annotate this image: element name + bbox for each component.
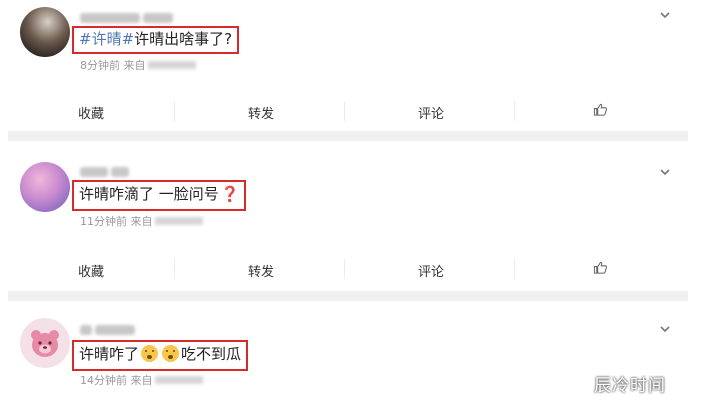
action-bar: 收藏 转发 评论 xyxy=(0,254,701,284)
repost-button[interactable]: 转发 xyxy=(248,261,274,280)
comment-button[interactable]: 评论 xyxy=(418,261,444,280)
action-bar: 收藏 转发 评论 xyxy=(0,96,701,126)
collect-button[interactable]: 收藏 xyxy=(78,103,104,122)
comment-text: 许晴咋滴了 一脸问号 xyxy=(79,185,219,203)
bear-avatar-icon xyxy=(31,330,59,357)
divider xyxy=(514,101,515,121)
timestamp: 11分钟前 xyxy=(80,215,127,228)
thumbs-up-icon[interactable] xyxy=(593,260,608,275)
divider xyxy=(344,259,345,279)
source-prefix: 来自 xyxy=(123,59,146,72)
thumbs-up-icon[interactable] xyxy=(593,102,608,117)
comment-text-highlight: 许晴咋滴了 一脸问号 ❓ xyxy=(72,180,247,211)
timestamp: 8分钟前 xyxy=(80,59,120,72)
hashtag-link[interactable]: #许晴# xyxy=(79,30,134,48)
chevron-down-icon[interactable] xyxy=(659,166,671,178)
chevron-down-icon[interactable] xyxy=(659,9,671,21)
question-mark-emoji: ❓ xyxy=(220,185,240,203)
feed-separator xyxy=(8,291,688,301)
feed-separator xyxy=(8,131,688,141)
source-blurred xyxy=(154,217,203,225)
collect-button[interactable]: 收藏 xyxy=(78,261,104,280)
comment-meta: 8分钟前 来自 xyxy=(80,57,196,73)
source-prefix: 来自 xyxy=(130,374,153,387)
watermark: 辰冷时间 xyxy=(594,376,666,396)
avatar[interactable] xyxy=(20,318,70,368)
timestamp: 14分钟前 xyxy=(80,374,127,387)
comment-meta: 14分钟前 来自 xyxy=(80,372,203,388)
shushing-face-emoji xyxy=(141,345,159,362)
divider xyxy=(514,259,515,279)
chevron-down-icon[interactable] xyxy=(659,323,671,335)
username-blurred[interactable] xyxy=(80,8,176,23)
source-blurred xyxy=(154,376,203,384)
comment-button[interactable]: 评论 xyxy=(418,103,444,122)
comment-text-highlight: 许晴咋了 吃不到瓜 xyxy=(72,340,249,371)
avatar[interactable] xyxy=(20,7,70,57)
divider xyxy=(174,259,175,279)
comment-meta: 11分钟前 来自 xyxy=(80,213,203,229)
source-blurred xyxy=(147,61,196,69)
avatar[interactable] xyxy=(20,162,70,212)
source-prefix: 来自 xyxy=(130,215,153,228)
comment-text-highlight: #许晴#许晴出啥事了? xyxy=(72,26,240,54)
shushing-face-emoji xyxy=(162,345,180,362)
comment-text: 许晴咋了 xyxy=(79,345,140,363)
username-blurred[interactable] xyxy=(80,320,138,335)
comment-text: 许晴出啥事了? xyxy=(134,30,233,48)
comment-text: 吃不到瓜 xyxy=(181,345,242,363)
username-blurred[interactable] xyxy=(80,162,132,177)
repost-button[interactable]: 转发 xyxy=(248,103,274,122)
divider xyxy=(344,101,345,121)
divider xyxy=(174,101,175,121)
